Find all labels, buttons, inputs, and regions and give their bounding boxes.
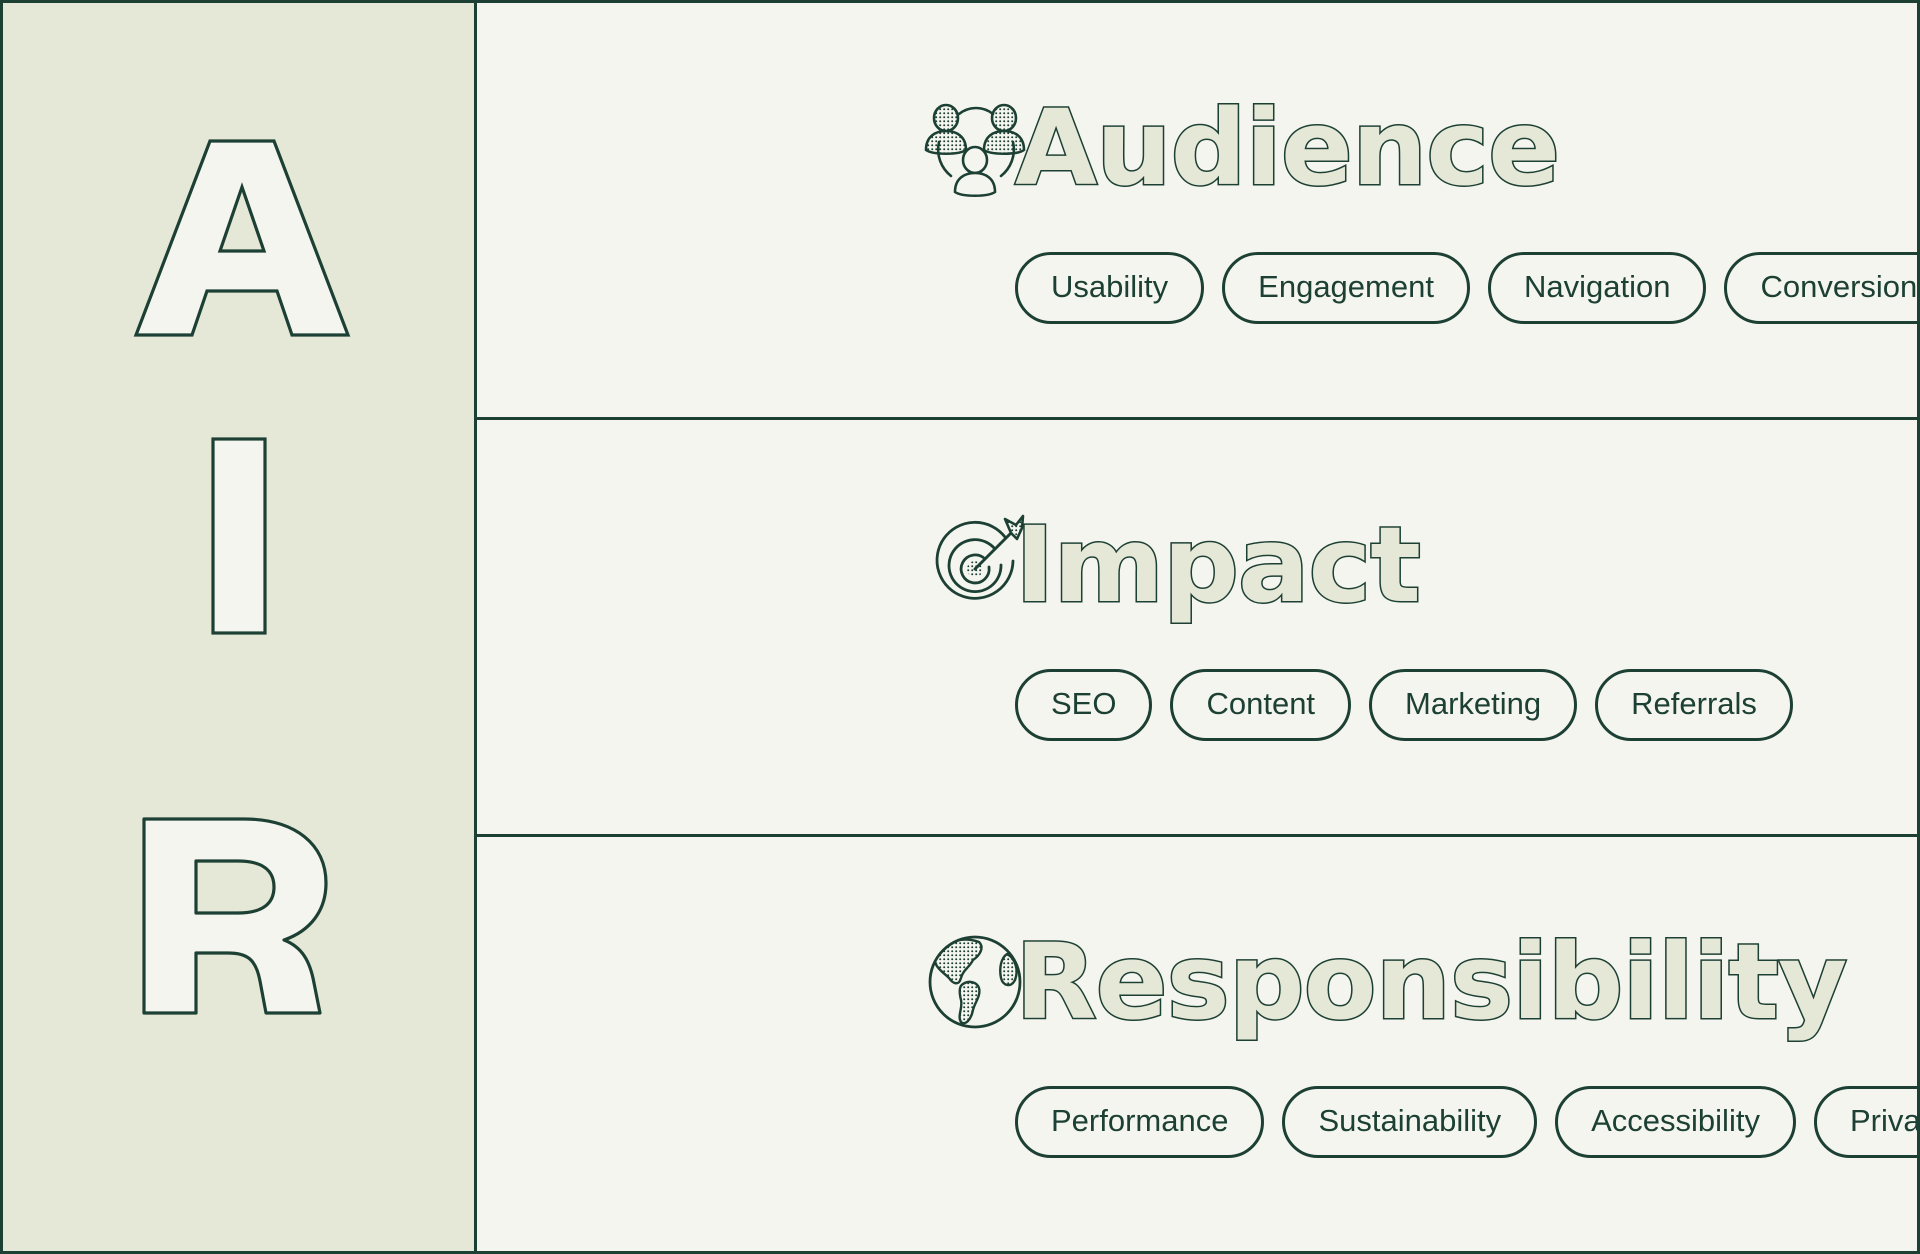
section-responsibility: Responsibility Performance Sustainabilit…	[477, 834, 1920, 1251]
acronym-letter-r	[3, 817, 474, 1233]
section-audience-title: Audience	[1013, 87, 1561, 209]
pill-engagement[interactable]: Engagement	[1222, 252, 1470, 324]
pill-usability[interactable]: Usability	[1015, 252, 1205, 324]
sections-panel: Audience Usability Engagement Navigation…	[477, 3, 1920, 1251]
section-responsibility-title: Responsibility	[1013, 921, 1848, 1043]
acronym-letter-i	[3, 413, 474, 823]
pill-referrals[interactable]: Referrals	[1595, 669, 1793, 741]
section-impact-pills: SEO Content Marketing Referrals	[1015, 669, 1920, 741]
pill-privacy[interactable]: Privacy	[1813, 1086, 1920, 1158]
pill-performance[interactable]: Performance	[1015, 1086, 1265, 1158]
pill-accessibility[interactable]: Accessibility	[1555, 1086, 1796, 1158]
pill-navigation[interactable]: Navigation	[1487, 252, 1707, 324]
acronym-letter-a	[3, 3, 474, 413]
section-audience-header: Audience	[924, 87, 1920, 209]
section-audience-pills: Usability Engagement Navigation Conversi…	[1015, 252, 1920, 324]
pill-seo[interactable]: SEO	[1015, 669, 1153, 741]
section-audience: Audience Usability Engagement Navigation…	[477, 3, 1920, 417]
air-framework-infographic: Audience Usability Engagement Navigation…	[0, 0, 1920, 1254]
section-impact-title: Impact	[1013, 504, 1422, 626]
acronym-sidebar	[3, 3, 477, 1251]
section-responsibility-header: Responsibility	[928, 921, 1920, 1043]
section-impact-header: Impact	[935, 504, 1920, 626]
pill-sustainability[interactable]: Sustainability	[1282, 1086, 1538, 1158]
pill-content[interactable]: Content	[1170, 669, 1352, 741]
pill-marketing[interactable]: Marketing	[1369, 669, 1578, 741]
pill-conversion[interactable]: Conversion	[1724, 252, 1920, 324]
section-impact: Impact SEO Content Marketing Referrals	[477, 417, 1920, 834]
section-responsibility-pills: Performance Sustainability Accessibility…	[1015, 1086, 1920, 1158]
